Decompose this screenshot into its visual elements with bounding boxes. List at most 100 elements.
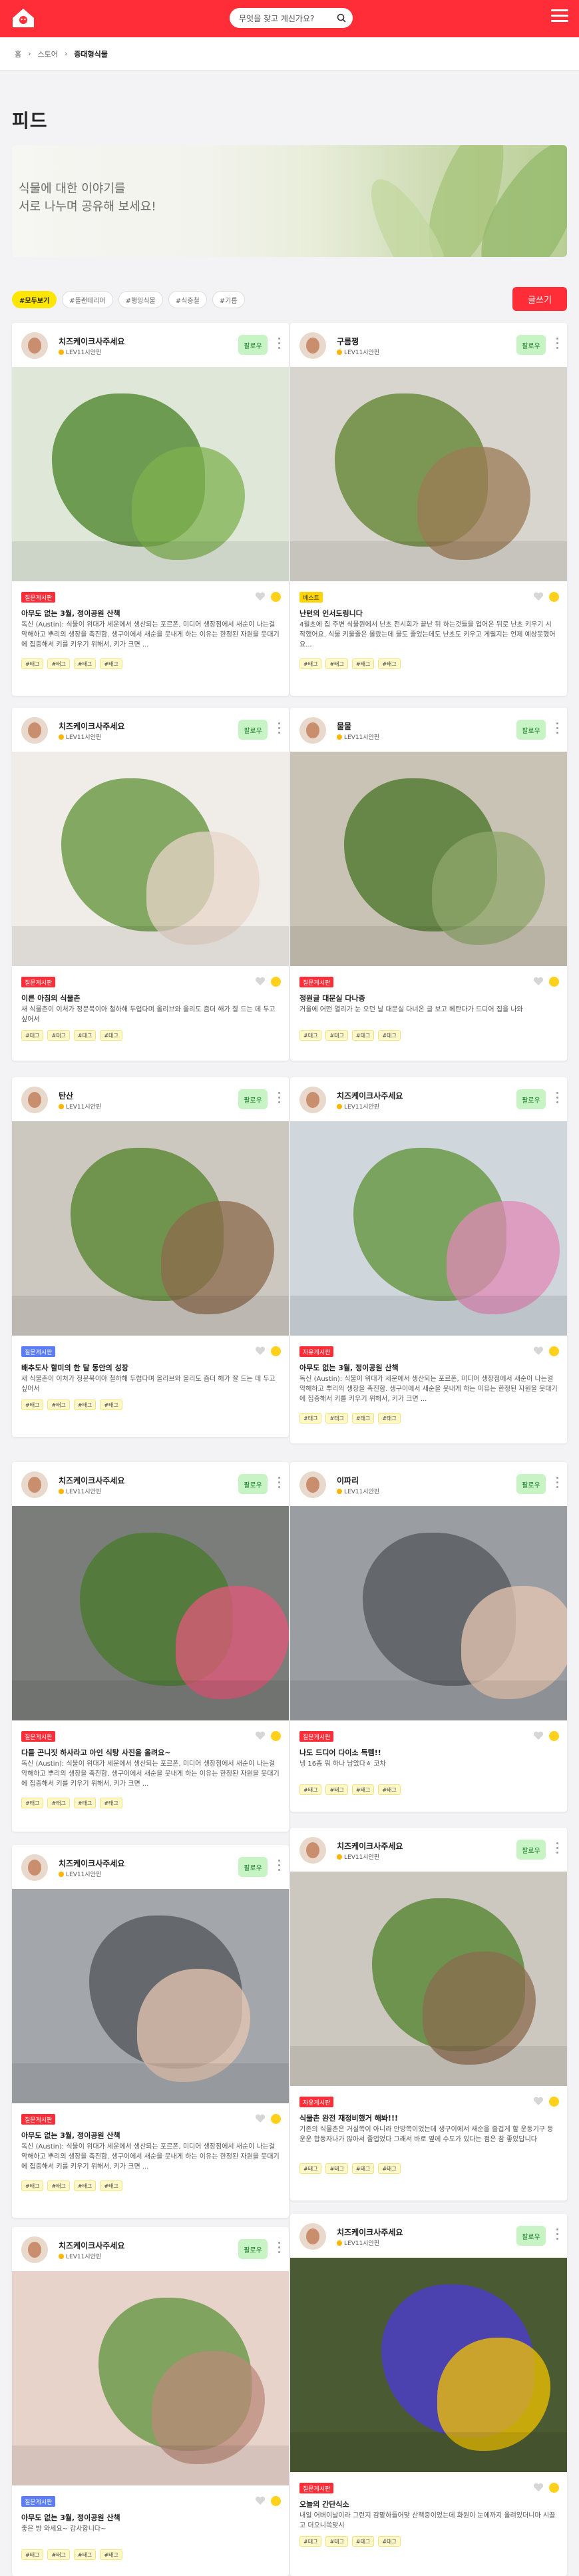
post-tag[interactable]: #태그 [100, 2181, 122, 2191]
more-options-icon[interactable] [278, 338, 281, 350]
user-name[interactable]: 치즈케이크사주세요 [337, 1840, 403, 1852]
follow-button[interactable]: 팔로우 [238, 335, 268, 355]
post-photo[interactable] [12, 2271, 289, 2485]
more-options-icon[interactable] [556, 722, 559, 734]
post-tag[interactable]: #태그 [378, 2536, 401, 2547]
follow-button[interactable]: 팔로우 [516, 2226, 546, 2246]
smile-icon[interactable] [271, 2496, 281, 2506]
post-tag[interactable]: #태그 [325, 1413, 348, 1423]
user-name[interactable]: 치즈케이크사주세요 [59, 336, 124, 347]
more-options-icon[interactable] [556, 338, 559, 350]
feed-card[interactable]: 치즈케이크사주세요 LEV11시안핀 팔로우 질문게시판 다들 곤니짓 하사라고… [12, 1462, 289, 1832]
post-title[interactable]: 아무도 없는 3월, 정이공원 산책 [21, 2512, 280, 2523]
heart-icon[interactable] [533, 977, 544, 986]
post-tag[interactable]: #태그 [100, 658, 122, 669]
post-tag[interactable]: #태그 [351, 1413, 375, 1423]
filter-chip-all[interactable]: #모두보기 [12, 291, 57, 308]
post-tag[interactable]: #태그 [73, 2181, 96, 2191]
home-logo-icon[interactable] [11, 7, 36, 29]
smile-icon[interactable] [549, 1346, 559, 1356]
post-photo[interactable] [290, 752, 567, 966]
post-tag[interactable]: #태그 [351, 2536, 375, 2547]
post-title[interactable]: 다들 곤니짓 하사라고 아인 식탕 사진을 올려요~ [21, 1747, 280, 1758]
more-options-icon[interactable] [556, 2228, 559, 2240]
post-tag[interactable]: #태그 [325, 1784, 348, 1795]
post-tag[interactable]: #태그 [47, 2549, 70, 2560]
user-name[interactable]: 치즈케이크사주세요 [337, 2226, 403, 2238]
avatar[interactable] [299, 1087, 326, 1113]
more-options-icon[interactable] [278, 1092, 281, 1104]
post-tag[interactable]: #태그 [378, 1784, 401, 1795]
smile-icon[interactable] [549, 2097, 559, 2107]
post-tag[interactable]: #태그 [47, 1400, 70, 1410]
post-tag[interactable]: #태그 [299, 1413, 322, 1423]
post-tag[interactable]: #태그 [47, 1030, 70, 1041]
post-photo[interactable] [290, 367, 567, 581]
smile-icon[interactable] [271, 2114, 281, 2124]
post-tag[interactable]: #태그 [73, 1030, 96, 1041]
more-options-icon[interactable] [278, 2242, 281, 2254]
user-name[interactable]: 탄산 [59, 1090, 73, 1101]
post-tag[interactable]: #태그 [351, 2163, 375, 2174]
avatar[interactable] [299, 1837, 326, 1864]
heart-icon[interactable] [533, 1346, 544, 1356]
post-tag[interactable]: #태그 [351, 658, 375, 669]
user-name[interactable]: 구름쩡 [337, 336, 359, 347]
post-title[interactable]: 이른 아침의 식물촌 [21, 993, 280, 1003]
feed-card[interactable]: 치즈케이크사주세요 LEV11시안핀 팔로우 질문게시판 오늘의 간단식소 내일… [290, 2214, 567, 2576]
avatar[interactable] [299, 2223, 326, 2250]
filter-chip[interactable]: #플랜테리어 [62, 291, 113, 308]
write-post-button[interactable]: 글쓰기 [512, 287, 567, 311]
user-name[interactable]: 치즈케이크사주세요 [59, 720, 124, 732]
heart-icon[interactable] [533, 2483, 544, 2492]
post-tag[interactable]: #태그 [378, 1030, 401, 1041]
post-title[interactable]: 정원글 대문실 다나증 [299, 993, 558, 1003]
feed-card[interactable]: 물물 LEV11시안핀 팔로우 질문게시판 정원글 대문실 다나증 거울에 어떤… [290, 708, 567, 1061]
follow-button[interactable]: 팔로우 [238, 1474, 268, 1494]
avatar[interactable] [21, 332, 48, 359]
post-tag[interactable]: #태그 [73, 658, 96, 669]
avatar[interactable] [21, 2236, 48, 2263]
post-title[interactable]: 배추도사 할미의 한 달 동안의 성장 [21, 1362, 280, 1373]
post-tag[interactable]: #태그 [299, 658, 322, 669]
breadcrumb-store[interactable]: 스토어 [38, 49, 58, 59]
heart-icon[interactable] [255, 2114, 266, 2123]
avatar[interactable] [299, 332, 326, 359]
follow-button[interactable]: 팔로우 [516, 1474, 546, 1494]
filter-chip[interactable]: #기름 [212, 291, 245, 308]
smile-icon[interactable] [271, 592, 281, 602]
smile-icon[interactable] [271, 1346, 281, 1356]
post-tag[interactable]: #태그 [47, 2181, 70, 2191]
post-photo[interactable] [12, 752, 289, 966]
user-name[interactable]: 치즈케이크사주세요 [59, 2240, 124, 2251]
post-photo[interactable] [290, 2258, 567, 2472]
breadcrumb-home[interactable]: 홈 [15, 49, 21, 59]
follow-button[interactable]: 팔로우 [238, 720, 268, 740]
user-name[interactable]: 치즈케이크사주세요 [59, 1858, 124, 1869]
post-tag[interactable]: #태그 [325, 2163, 348, 2174]
heart-icon[interactable] [533, 2097, 544, 2106]
heart-icon[interactable] [533, 592, 544, 601]
more-options-icon[interactable] [556, 1477, 559, 1489]
post-tag[interactable]: #태그 [299, 2536, 322, 2547]
post-tag[interactable]: #태그 [21, 2549, 44, 2560]
post-tag[interactable]: #태그 [378, 2163, 401, 2174]
post-tag[interactable]: #태그 [47, 1798, 70, 1808]
post-tag[interactable]: #태그 [325, 658, 348, 669]
feed-card[interactable]: 치즈케이크사주세요 LEV11시안핀 팔로우 질문게시판 아무도 없는 3월, … [12, 323, 289, 696]
follow-button[interactable]: 팔로우 [516, 1840, 546, 1860]
avatar[interactable] [299, 717, 326, 744]
feed-card[interactable]: 이파리 LEV11시안핀 팔로우 질문게시판 나도 드디어 다이소 득템!! 냉… [290, 1462, 567, 1812]
follow-button[interactable]: 팔로우 [238, 1857, 268, 1877]
filter-chip[interactable]: #행잉식물 [118, 291, 163, 308]
follow-button[interactable]: 팔로우 [238, 1089, 268, 1109]
post-tag[interactable]: #태그 [378, 1413, 401, 1423]
post-tag[interactable]: #태그 [21, 658, 44, 669]
post-photo[interactable] [12, 1121, 289, 1336]
post-tag[interactable]: #태그 [299, 2163, 322, 2174]
follow-button[interactable]: 팔로우 [238, 2239, 268, 2259]
heart-icon[interactable] [255, 592, 266, 601]
post-title[interactable]: 아무도 없는 3월, 정이공원 산책 [299, 1362, 558, 1373]
post-tag[interactable]: #태그 [100, 1798, 122, 1808]
post-title[interactable]: 오늘의 간단식소 [299, 2499, 558, 2509]
